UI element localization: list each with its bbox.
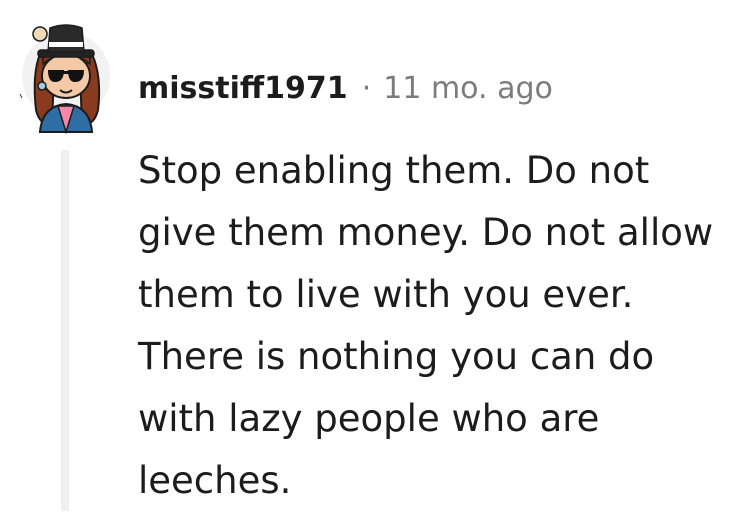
comment: misstiff1971 · 11 mo. ago Stop enabling …: [0, 0, 729, 511]
username-link[interactable]: misstiff1971: [138, 71, 348, 106]
comment-body: Stop enabling them. Do not give them mon…: [138, 149, 714, 502]
user-avatar[interactable]: [18, 14, 114, 135]
comment-timestamp[interactable]: 11 mo. ago: [383, 71, 553, 106]
comment-meta: misstiff1971 · 11 mo. ago: [138, 68, 553, 108]
snoo-avatar-icon: [19, 24, 110, 135]
thread-collapse-line[interactable]: [61, 150, 69, 511]
meta-separator: ·: [361, 70, 372, 106]
